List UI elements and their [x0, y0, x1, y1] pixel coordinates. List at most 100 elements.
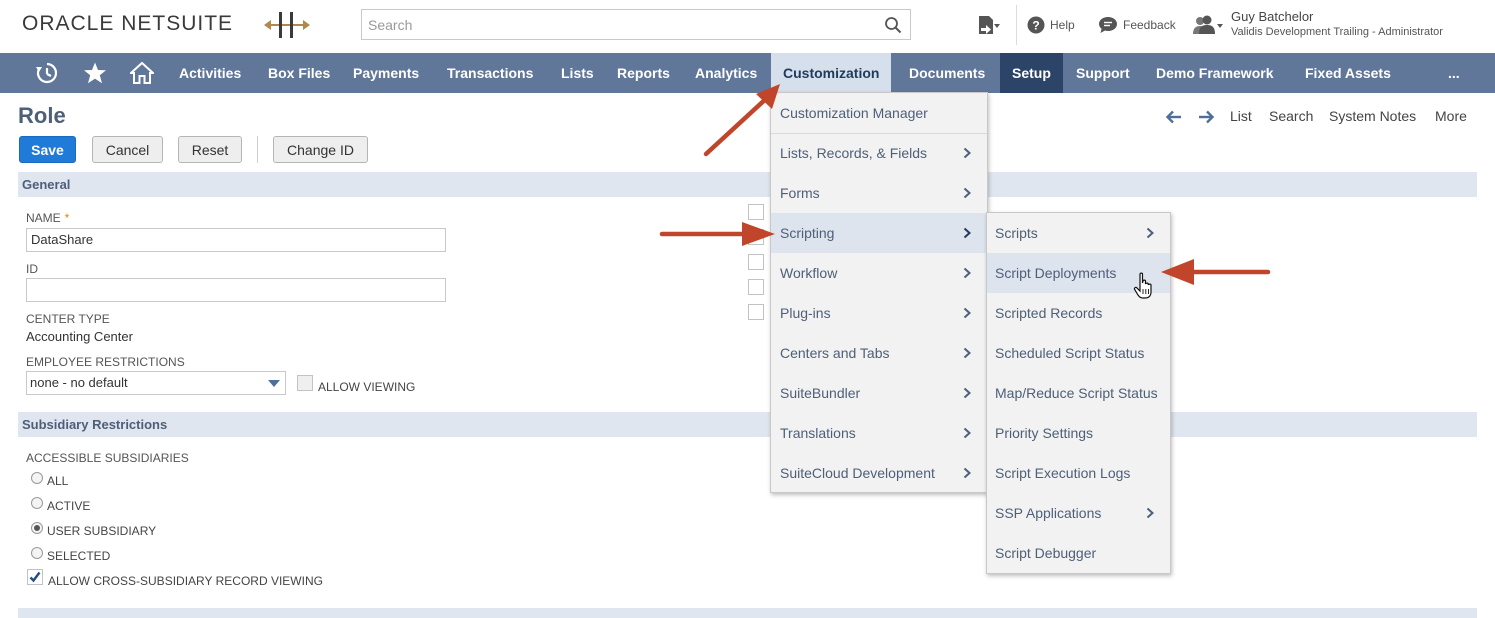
menu-suitebundler[interactable]: SuiteBundler — [771, 373, 987, 413]
chevron-right-icon — [963, 187, 971, 199]
search-icon[interactable] — [884, 16, 902, 34]
customization-menu: Customization Manager Lists, Records, & … — [770, 92, 988, 493]
help-label: Help — [1050, 18, 1075, 32]
menu-translations[interactable]: Translations — [771, 413, 987, 453]
nav-reports[interactable]: Reports — [605, 53, 682, 93]
general-section-header[interactable]: General — [18, 172, 1477, 197]
more-link[interactable]: More — [1435, 108, 1467, 126]
search-input[interactable] — [362, 10, 872, 39]
user-name: Guy Batchelor — [1231, 9, 1314, 24]
menu-forms[interactable]: Forms — [771, 173, 987, 213]
subsidiary-section-header[interactable]: Subsidiary Restrictions — [18, 412, 1477, 437]
change-id-button[interactable]: Change ID — [273, 136, 368, 163]
svg-text:?: ? — [1032, 19, 1039, 33]
id-label: ID — [26, 262, 38, 276]
global-search[interactable] — [361, 9, 911, 40]
id-field[interactable] — [26, 278, 446, 302]
roles-menu-button[interactable] — [1192, 12, 1224, 38]
allow-viewing-label: ALLOW VIEWING — [318, 380, 416, 394]
menu-centers-and-tabs-label: Centers and Tabs — [780, 345, 890, 361]
menu-suitecloud-development[interactable]: SuiteCloud Development — [771, 453, 987, 493]
name-label: NAME * — [26, 211, 69, 225]
save-button[interactable]: Save — [19, 136, 76, 163]
feedback-button[interactable]: Feedback — [1098, 12, 1176, 38]
nav-more[interactable]: ... — [1436, 53, 1472, 93]
nav-support[interactable]: Support — [1064, 53, 1142, 93]
nav-fixed-assets[interactable]: Fixed Assets — [1293, 53, 1403, 93]
submenu-priority-settings[interactable]: Priority Settings — [987, 413, 1170, 453]
cross-subsidiary-checkbox[interactable] — [27, 569, 43, 585]
nav-transactions[interactable]: Transactions — [435, 53, 545, 93]
menu-scripting-label: Scripting — [780, 225, 835, 241]
radio-selected[interactable] — [31, 547, 43, 559]
nav-demo-framework[interactable]: Demo Framework — [1144, 53, 1285, 93]
oracle-netsuite-logo[interactable]: ORACLE NETSUITE — [22, 12, 233, 36]
nav-lists[interactable]: Lists — [549, 53, 606, 93]
nav-payments[interactable]: Payments — [341, 53, 431, 93]
cancel-button[interactable]: Cancel — [92, 136, 163, 163]
previous-record-icon[interactable] — [1165, 108, 1183, 126]
next-section-header[interactable] — [18, 608, 1477, 618]
next-record-icon[interactable] — [1197, 108, 1215, 126]
submenu-script-debugger[interactable]: Script Debugger — [987, 533, 1170, 573]
help-button[interactable]: ? Help — [1027, 12, 1075, 38]
role-option-checkbox[interactable] — [748, 254, 764, 270]
menu-forms-label: Forms — [780, 185, 820, 201]
chevron-right-icon — [963, 347, 971, 359]
list-link[interactable]: List — [1230, 108, 1252, 126]
submenu-script-execution-logs[interactable]: Script Execution Logs — [987, 453, 1170, 493]
checkmark-icon — [29, 571, 41, 583]
recent-history-icon[interactable] — [35, 61, 59, 85]
role-option-checkbox[interactable] — [748, 279, 764, 295]
nav-setup[interactable]: Setup — [1000, 53, 1063, 93]
chevron-right-icon — [963, 307, 971, 319]
menu-workflow[interactable]: Workflow — [771, 253, 987, 293]
top-header: ORACLE NETSUITE ? Help — [0, 0, 1495, 53]
menu-suitecloud-development-label: SuiteCloud Development — [780, 465, 935, 481]
header-divider — [1016, 5, 1017, 45]
nav-box-files[interactable]: Box Files — [256, 53, 342, 93]
recent-records-button[interactable] — [975, 12, 1001, 38]
chevron-right-icon — [963, 427, 971, 439]
radio-all[interactable] — [31, 472, 43, 484]
radio-active[interactable] — [31, 497, 43, 509]
radio-all-label: ALL — [47, 474, 69, 488]
role-option-checkbox[interactable] — [748, 204, 764, 220]
employee-restrictions-value: none - no default — [30, 375, 128, 390]
menu-lists-records-fields[interactable]: Lists, Records, & Fields — [771, 133, 987, 173]
radio-user-subsidiary[interactable] — [31, 522, 43, 534]
hand-cursor-icon — [1133, 272, 1152, 299]
radio-user-subsidiary-label: USER SUBSIDIARY — [47, 524, 157, 538]
nav-documents[interactable]: Documents — [897, 53, 997, 93]
general-section-title: General — [22, 177, 71, 192]
employee-restrictions-select[interactable]: none - no default — [26, 371, 286, 395]
annotation-arrow-icon — [703, 84, 780, 157]
chevron-right-icon — [963, 387, 971, 399]
chevron-right-icon — [1146, 227, 1154, 239]
role-option-checkbox[interactable] — [748, 304, 764, 320]
menu-scripting[interactable]: Scripting — [771, 213, 987, 253]
radio-active-label: ACTIVE — [47, 499, 91, 513]
allow-viewing-checkbox[interactable] — [297, 375, 313, 391]
home-icon[interactable] — [130, 61, 154, 85]
submenu-ssp-applications[interactable]: SSP Applications — [987, 493, 1170, 533]
submenu-scheduled-script-status[interactable]: Scheduled Script Status — [987, 333, 1170, 373]
favorites-star-icon[interactable] — [83, 61, 107, 85]
company-brand-icon[interactable] — [262, 8, 312, 42]
menu-plug-ins[interactable]: Plug-ins — [771, 293, 987, 333]
reset-button[interactable]: Reset — [178, 136, 242, 163]
nav-activities[interactable]: Activities — [167, 53, 253, 93]
menu-centers-and-tabs[interactable]: Centers and Tabs — [771, 333, 987, 373]
menu-lists-records-fields-label: Lists, Records, & Fields — [780, 145, 928, 161]
menu-customization-manager[interactable]: Customization Manager — [771, 93, 987, 133]
chevron-right-icon — [963, 467, 971, 479]
name-field[interactable]: DataShare — [26, 228, 446, 252]
scripting-submenu: Scripts Script Deployments Scripted Reco… — [986, 212, 1171, 574]
submenu-map-reduce-script-status[interactable]: Map/Reduce Script Status — [987, 373, 1170, 413]
user-account-info[interactable]: Guy Batchelor Validis Development Traili… — [1231, 9, 1443, 38]
submenu-scripts[interactable]: Scripts — [987, 213, 1170, 253]
menu-plug-ins-label: Plug-ins — [780, 305, 831, 321]
logo-netsuite-text: NETSUITE — [121, 12, 234, 35]
system-notes-link[interactable]: System Notes — [1329, 108, 1416, 126]
search-link[interactable]: Search — [1269, 108, 1313, 126]
